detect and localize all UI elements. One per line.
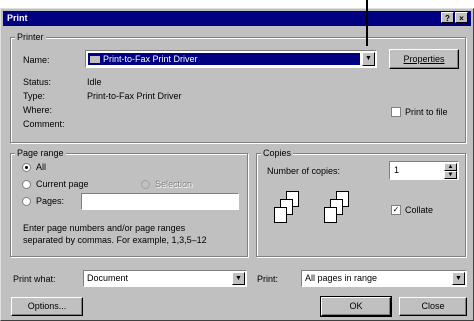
page-range-selection-label: Selection bbox=[155, 179, 193, 189]
page-range-all-radio[interactable] bbox=[22, 163, 31, 172]
printer-name-select[interactable]: Print-to-Fax Print Driver ▼ bbox=[85, 50, 377, 68]
copies-spinner[interactable]: 1 ▲ ▼ bbox=[389, 161, 459, 180]
properties-button-label: Properties bbox=[403, 54, 445, 64]
close-button[interactable]: Close bbox=[399, 297, 467, 316]
properties-button[interactable]: Properties bbox=[389, 49, 459, 69]
options-button[interactable]: Options... bbox=[11, 297, 83, 316]
printer-name-value: Print-to-Fax Print Driver bbox=[103, 54, 198, 64]
ok-button-label: OK bbox=[349, 301, 363, 311]
print-dialog: Print ? × Printer Name: Print-to-Fax Pri… bbox=[0, 8, 474, 321]
printer-group-label: Printer bbox=[15, 32, 46, 42]
type-value: Print-to-Fax Print Driver bbox=[87, 91, 182, 101]
print-range-select[interactable]: All pages in range ▼ bbox=[301, 270, 467, 287]
status-label: Status: bbox=[23, 77, 52, 87]
pages-input[interactable] bbox=[81, 193, 239, 210]
print-to-file-checkbox[interactable] bbox=[391, 107, 401, 117]
page-range-help-line1: Enter page numbers and/or page ranges bbox=[23, 223, 186, 233]
help-button[interactable]: ? bbox=[441, 12, 454, 23]
page-range-pages-label: Pages: bbox=[36, 196, 65, 206]
print-what-select[interactable]: Document ▼ bbox=[83, 270, 247, 287]
where-label: Where: bbox=[23, 105, 53, 115]
chevron-down-icon[interactable]: ▼ bbox=[452, 272, 465, 285]
page-range-group-label: Page range bbox=[15, 148, 66, 158]
chevron-down-icon[interactable]: ▼ bbox=[232, 272, 245, 285]
chevron-down-icon[interactable]: ▼ bbox=[362, 52, 375, 66]
copies-group-label: Copies bbox=[261, 148, 294, 158]
spin-down-icon[interactable]: ▼ bbox=[444, 171, 457, 179]
help-icon: ? bbox=[445, 14, 450, 23]
page-range-selection-radio bbox=[141, 180, 150, 189]
page-range-help-line2: separated by commas. For example, 1,3,5–… bbox=[23, 235, 207, 245]
dialog-title: Print bbox=[7, 13, 28, 23]
page-range-current-label: Current page bbox=[36, 179, 89, 189]
print-what-value: Document bbox=[87, 273, 129, 283]
print-to-file-label: Print to file bbox=[405, 107, 448, 117]
number-of-copies-label: Number of copies: bbox=[267, 166, 341, 176]
print-label: Print: bbox=[257, 274, 279, 284]
comment-label: Comment: bbox=[23, 119, 65, 129]
collate-label: Collate bbox=[405, 205, 434, 215]
print-range-value: All pages in range bbox=[305, 273, 378, 283]
close-button-label: Close bbox=[421, 301, 445, 311]
options-button-label: Options... bbox=[27, 301, 67, 311]
ok-button[interactable]: OK bbox=[320, 296, 392, 317]
page-range-current-radio[interactable] bbox=[22, 180, 31, 189]
page-range-pages-radio[interactable] bbox=[22, 197, 31, 206]
spin-up-icon[interactable]: ▲ bbox=[444, 163, 457, 171]
name-label: Name: bbox=[23, 55, 50, 65]
title-bar: Print ? × bbox=[3, 11, 471, 26]
collate-pages-icon bbox=[271, 191, 351, 237]
printer-name-selected: Print-to-Fax Print Driver bbox=[88, 53, 360, 65]
printer-icon bbox=[90, 56, 100, 64]
page-range-all-label: All bbox=[36, 162, 47, 172]
collate-checkbox[interactable]: ✓ bbox=[391, 205, 401, 215]
print-what-label: Print what: bbox=[13, 274, 56, 284]
copies-value: 1 bbox=[394, 165, 400, 175]
status-value: Idle bbox=[87, 77, 102, 87]
page-icon bbox=[274, 207, 287, 223]
pointer-line bbox=[366, 0, 368, 46]
type-label: Type: bbox=[23, 91, 46, 101]
page-icon bbox=[324, 207, 337, 223]
close-icon[interactable]: × bbox=[455, 12, 468, 23]
